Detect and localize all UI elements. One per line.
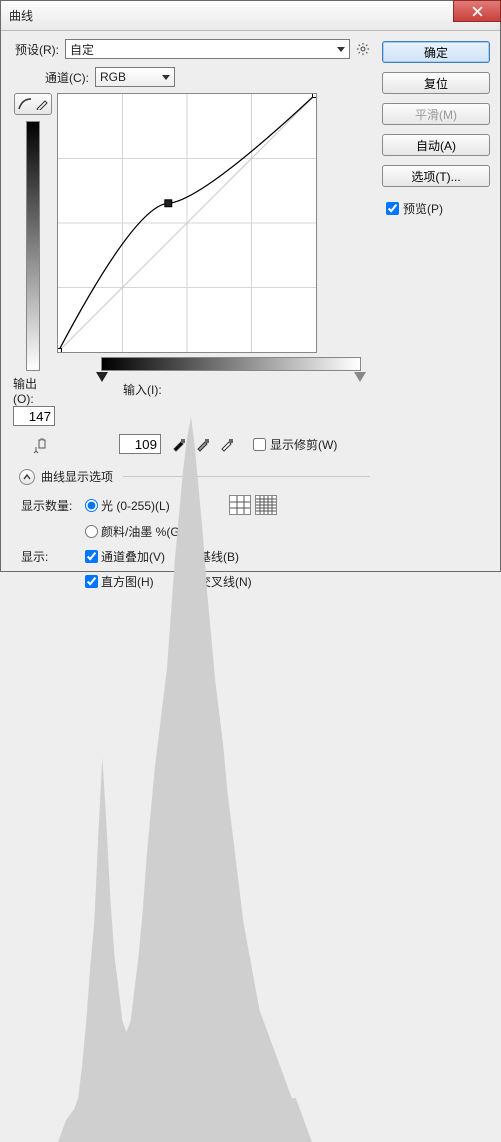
preview-label: 预览(P) <box>403 200 443 217</box>
curve-tool-buttons[interactable] <box>14 93 52 115</box>
ok-button[interactable]: 确定 <box>382 41 490 63</box>
preview-checkbox[interactable] <box>386 202 399 215</box>
curve-line <box>58 94 316 352</box>
chevron-down-icon <box>162 75 170 80</box>
options-button[interactable]: 选项(T)... <box>382 165 490 187</box>
curve-graph[interactable] <box>57 93 317 353</box>
channel-select[interactable]: RGB <box>95 67 175 87</box>
auto-button[interactable]: 自动(A) <box>382 134 490 156</box>
output-gradient <box>26 121 40 371</box>
channel-label: 通道(C): <box>45 69 89 86</box>
smooth-button[interactable]: 平滑(M) <box>382 103 490 125</box>
input-gradient <box>101 357 361 371</box>
preset-select[interactable]: 自定 <box>65 39 350 59</box>
chevron-up-icon <box>23 473 31 481</box>
black-point-slider[interactable] <box>96 372 108 382</box>
reset-button[interactable]: 复位 <box>382 72 490 94</box>
window-title: 曲线 <box>9 7 33 24</box>
white-point-slider[interactable] <box>354 372 366 382</box>
preset-value: 自定 <box>70 41 94 58</box>
curves-dialog: 曲线 预设(R): 自定 <box>0 0 501 572</box>
left-panel: 预设(R): 自定 通道(C): <box>1 31 382 571</box>
channel-value: RGB <box>100 70 126 84</box>
collapse-button[interactable] <box>19 469 35 485</box>
close-icon <box>472 6 483 17</box>
curve-point-icon <box>18 97 32 111</box>
pencil-icon <box>36 98 48 110</box>
chevron-down-icon <box>337 47 345 52</box>
preset-label: 预设(R): <box>15 41 59 58</box>
target-adjust-icon[interactable] <box>33 434 53 454</box>
gear-icon[interactable] <box>356 42 370 56</box>
output-label: 输出(O): <box>13 375 55 406</box>
close-button[interactable] <box>453 0 501 22</box>
right-panel: 确定 复位 平滑(M) 自动(A) 选项(T)... 预览(P) <box>382 31 500 571</box>
titlebar[interactable]: 曲线 <box>1 1 500 31</box>
output-input[interactable] <box>13 406 55 426</box>
